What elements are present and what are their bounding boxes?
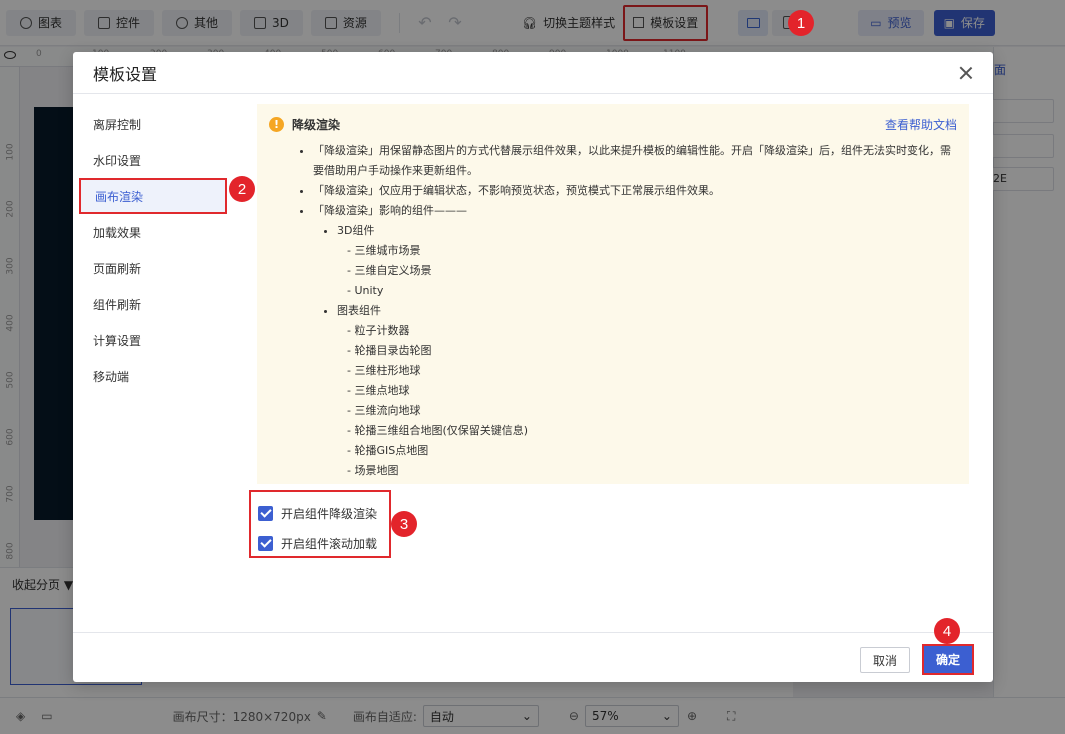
- group-name: 图表组件: [337, 304, 381, 317]
- info-bullet: 「降级渲染」仅应用于编辑状态，不影响预览状态，预览模式下正常展示组件效果。: [313, 181, 957, 201]
- template-settings-dialog: 模板设置 离屏控制 水印设置 画布渲染 加载效果 页面刷新 组件刷新 计算设置 …: [73, 52, 993, 682]
- help-doc-link[interactable]: 查看帮助文档: [885, 116, 957, 133]
- dialog-footer: 取消 确定: [73, 632, 993, 682]
- step-marker-2: 2: [229, 176, 255, 202]
- info-bullet: 「降级渲染」用保留静态图片的方式代替展示组件效果，以此来提升模板的编辑性能。开启…: [313, 141, 957, 181]
- info-title: ! 降级渲染: [269, 116, 340, 133]
- render-options: 开启组件降级渲染 开启组件滚动加载: [249, 490, 391, 558]
- degrade-render-checkbox[interactable]: [258, 505, 273, 521]
- group-3d: 3D组件 三维城市场景 三维自定义场景 Unity: [337, 221, 957, 301]
- step-marker-1: 1: [788, 10, 814, 36]
- list-item: Unity: [347, 281, 957, 301]
- confirm-button[interactable]: 确定: [922, 644, 974, 675]
- info-bullets: 「降级渲染」用保留静态图片的方式代替展示组件效果，以此来提升模板的编辑性能。开启…: [269, 141, 957, 481]
- component-groups: 3D组件 三维城市场景 三维自定义场景 Unity 图表组件 粒子计数器 轮播目…: [313, 221, 957, 481]
- group-items: 三维城市场景 三维自定义场景 Unity: [337, 241, 957, 301]
- list-item: 场景地图: [347, 461, 957, 481]
- info-header: ! 降级渲染 查看帮助文档: [269, 116, 957, 133]
- nav-item-mobile[interactable]: 移动端: [73, 358, 243, 394]
- dialog-title: 模板设置: [93, 64, 158, 84]
- nav-item-watermark[interactable]: 水印设置: [73, 142, 243, 178]
- nav-item-canvas-render[interactable]: 画布渲染: [79, 178, 227, 214]
- list-item: 三维城市场景: [347, 241, 957, 261]
- group-items: 粒子计数器 轮播目录齿轮图 三维柱形地球 三维点地球 三维流向地球 轮播三维组合…: [337, 321, 957, 481]
- scroll-load-checkbox[interactable]: [258, 535, 273, 551]
- list-item: 三维柱形地球: [347, 361, 957, 381]
- list-item: 轮播三维组合地图(仅保留关键信息): [347, 421, 957, 441]
- info-bullet-text: 「降级渲染」影响的组件———: [313, 204, 467, 217]
- step-marker-4: 4: [934, 618, 960, 644]
- nav-item-page-refresh[interactable]: 页面刷新: [73, 250, 243, 286]
- degrade-render-info: ! 降级渲染 查看帮助文档 「降级渲染」用保留静态图片的方式代替展示组件效果，以…: [257, 104, 969, 484]
- list-item: 三维点地球: [347, 381, 957, 401]
- cancel-button[interactable]: 取消: [860, 647, 910, 673]
- nav-item-offscreen[interactable]: 离屏控制: [73, 106, 243, 142]
- info-bullet: 「降级渲染」影响的组件——— 3D组件 三维城市场景 三维自定义场景 Unity…: [313, 201, 957, 481]
- list-item: 轮播目录齿轮图: [347, 341, 957, 361]
- group-chart: 图表组件 粒子计数器 轮播目录齿轮图 三维柱形地球 三维点地球 三维流向地球 轮…: [337, 301, 957, 481]
- group-name: 3D组件: [337, 224, 375, 237]
- nav-item-loading-effect[interactable]: 加载效果: [73, 214, 243, 250]
- list-item: 三维流向地球: [347, 401, 957, 421]
- scroll-load-label: 开启组件滚动加载: [281, 536, 378, 551]
- degrade-render-label: 开启组件降级渲染: [281, 506, 378, 521]
- list-item: 三维自定义场景: [347, 261, 957, 281]
- scroll-load-checkbox-row[interactable]: 开启组件滚动加载: [258, 528, 389, 558]
- degrade-render-checkbox-row[interactable]: 开启组件降级渲染: [258, 498, 389, 528]
- dialog-body: ! 降级渲染 查看帮助文档 「降级渲染」用保留静态图片的方式代替展示组件效果，以…: [257, 104, 969, 484]
- warning-icon: !: [269, 117, 284, 132]
- step-marker-3: 3: [391, 511, 417, 537]
- list-item: 粒子计数器: [347, 321, 957, 341]
- dialog-header: 模板设置: [73, 52, 993, 94]
- info-title-text: 降级渲染: [292, 118, 341, 132]
- close-icon[interactable]: [959, 66, 973, 80]
- list-item: 轮播GIS点地图: [347, 441, 957, 461]
- nav-item-compute-settings[interactable]: 计算设置: [73, 322, 243, 358]
- settings-nav: 离屏控制 水印设置 画布渲染 加载效果 页面刷新 组件刷新 计算设置 移动端: [73, 94, 243, 632]
- nav-item-component-refresh[interactable]: 组件刷新: [73, 286, 243, 322]
